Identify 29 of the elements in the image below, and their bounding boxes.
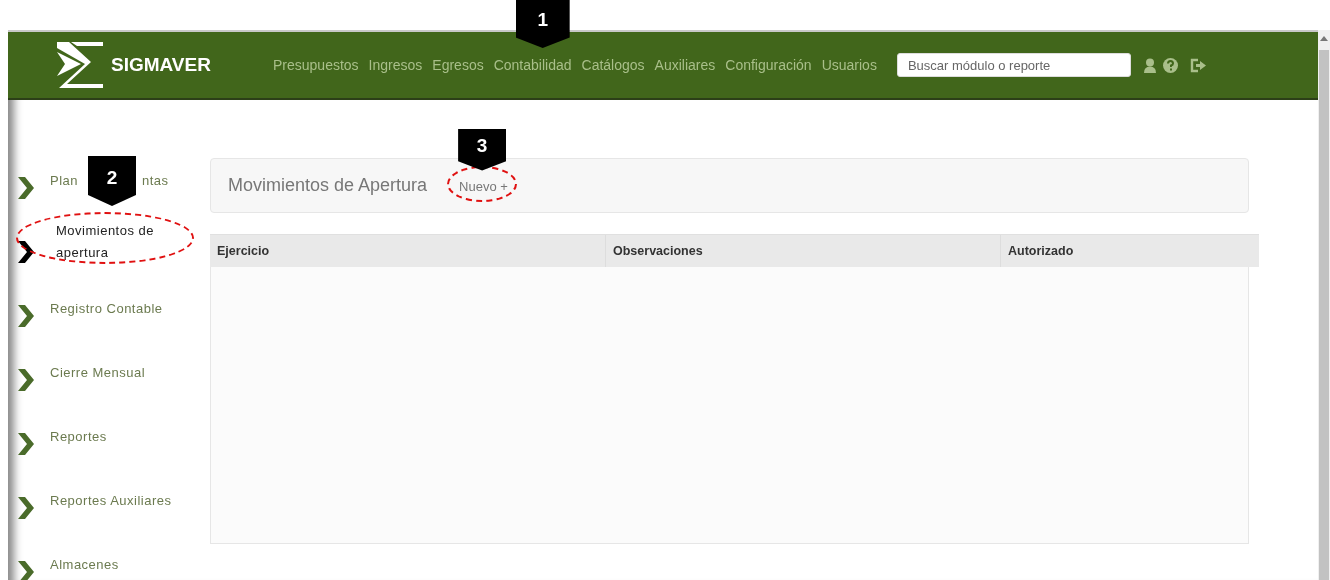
nav-link[interactable]: Contabilidad xyxy=(493,57,572,73)
sidebar-item[interactable]: Reportes Auxiliares xyxy=(50,490,172,512)
user-icon[interactable] xyxy=(1142,57,1157,73)
callout-badge: 3 xyxy=(458,128,507,171)
sidebar-item[interactable]: Movimientos de apertura xyxy=(56,220,176,264)
sidebar-item[interactable]: Plan xyxy=(50,170,79,192)
nav-link[interactable]: Configuración xyxy=(725,57,812,73)
logo-icon xyxy=(55,40,105,90)
sidebar-item[interactable]: Cierre Mensual xyxy=(50,362,146,384)
column-header: Ejercicio xyxy=(216,243,271,260)
nav-link[interactable]: Egresos xyxy=(432,57,484,73)
callout-badge: 1 xyxy=(515,0,570,48)
nav-link[interactable]: Ingresos xyxy=(368,57,423,73)
help-icon[interactable] xyxy=(1162,57,1178,73)
sidebar-item[interactable]: Reportes xyxy=(50,426,107,448)
scrollbar[interactable] xyxy=(1318,30,1330,580)
sidebar-item[interactable]: Almacenes xyxy=(50,554,119,576)
new-link[interactable]: Nuevo + xyxy=(459,178,508,194)
nav-link[interactable]: Usuarios xyxy=(821,57,877,73)
brand-name: SIGMAVER xyxy=(111,54,211,76)
nav-link[interactable]: Presupuestos xyxy=(273,57,359,73)
nav-link[interactable]: Auxiliares xyxy=(654,57,716,73)
nav-link[interactable]: Catálogos xyxy=(581,57,645,73)
logout-icon[interactable] xyxy=(1189,57,1206,73)
page-title: Movimientos de Apertura xyxy=(228,175,428,196)
callout-badge: 2 xyxy=(88,156,136,206)
sidebar-item[interactable]: Registro Contable xyxy=(50,298,163,320)
sidebar-item-fragment: ntas xyxy=(142,172,169,190)
search-field[interactable]: Buscar módulo o reporte xyxy=(896,53,1131,77)
